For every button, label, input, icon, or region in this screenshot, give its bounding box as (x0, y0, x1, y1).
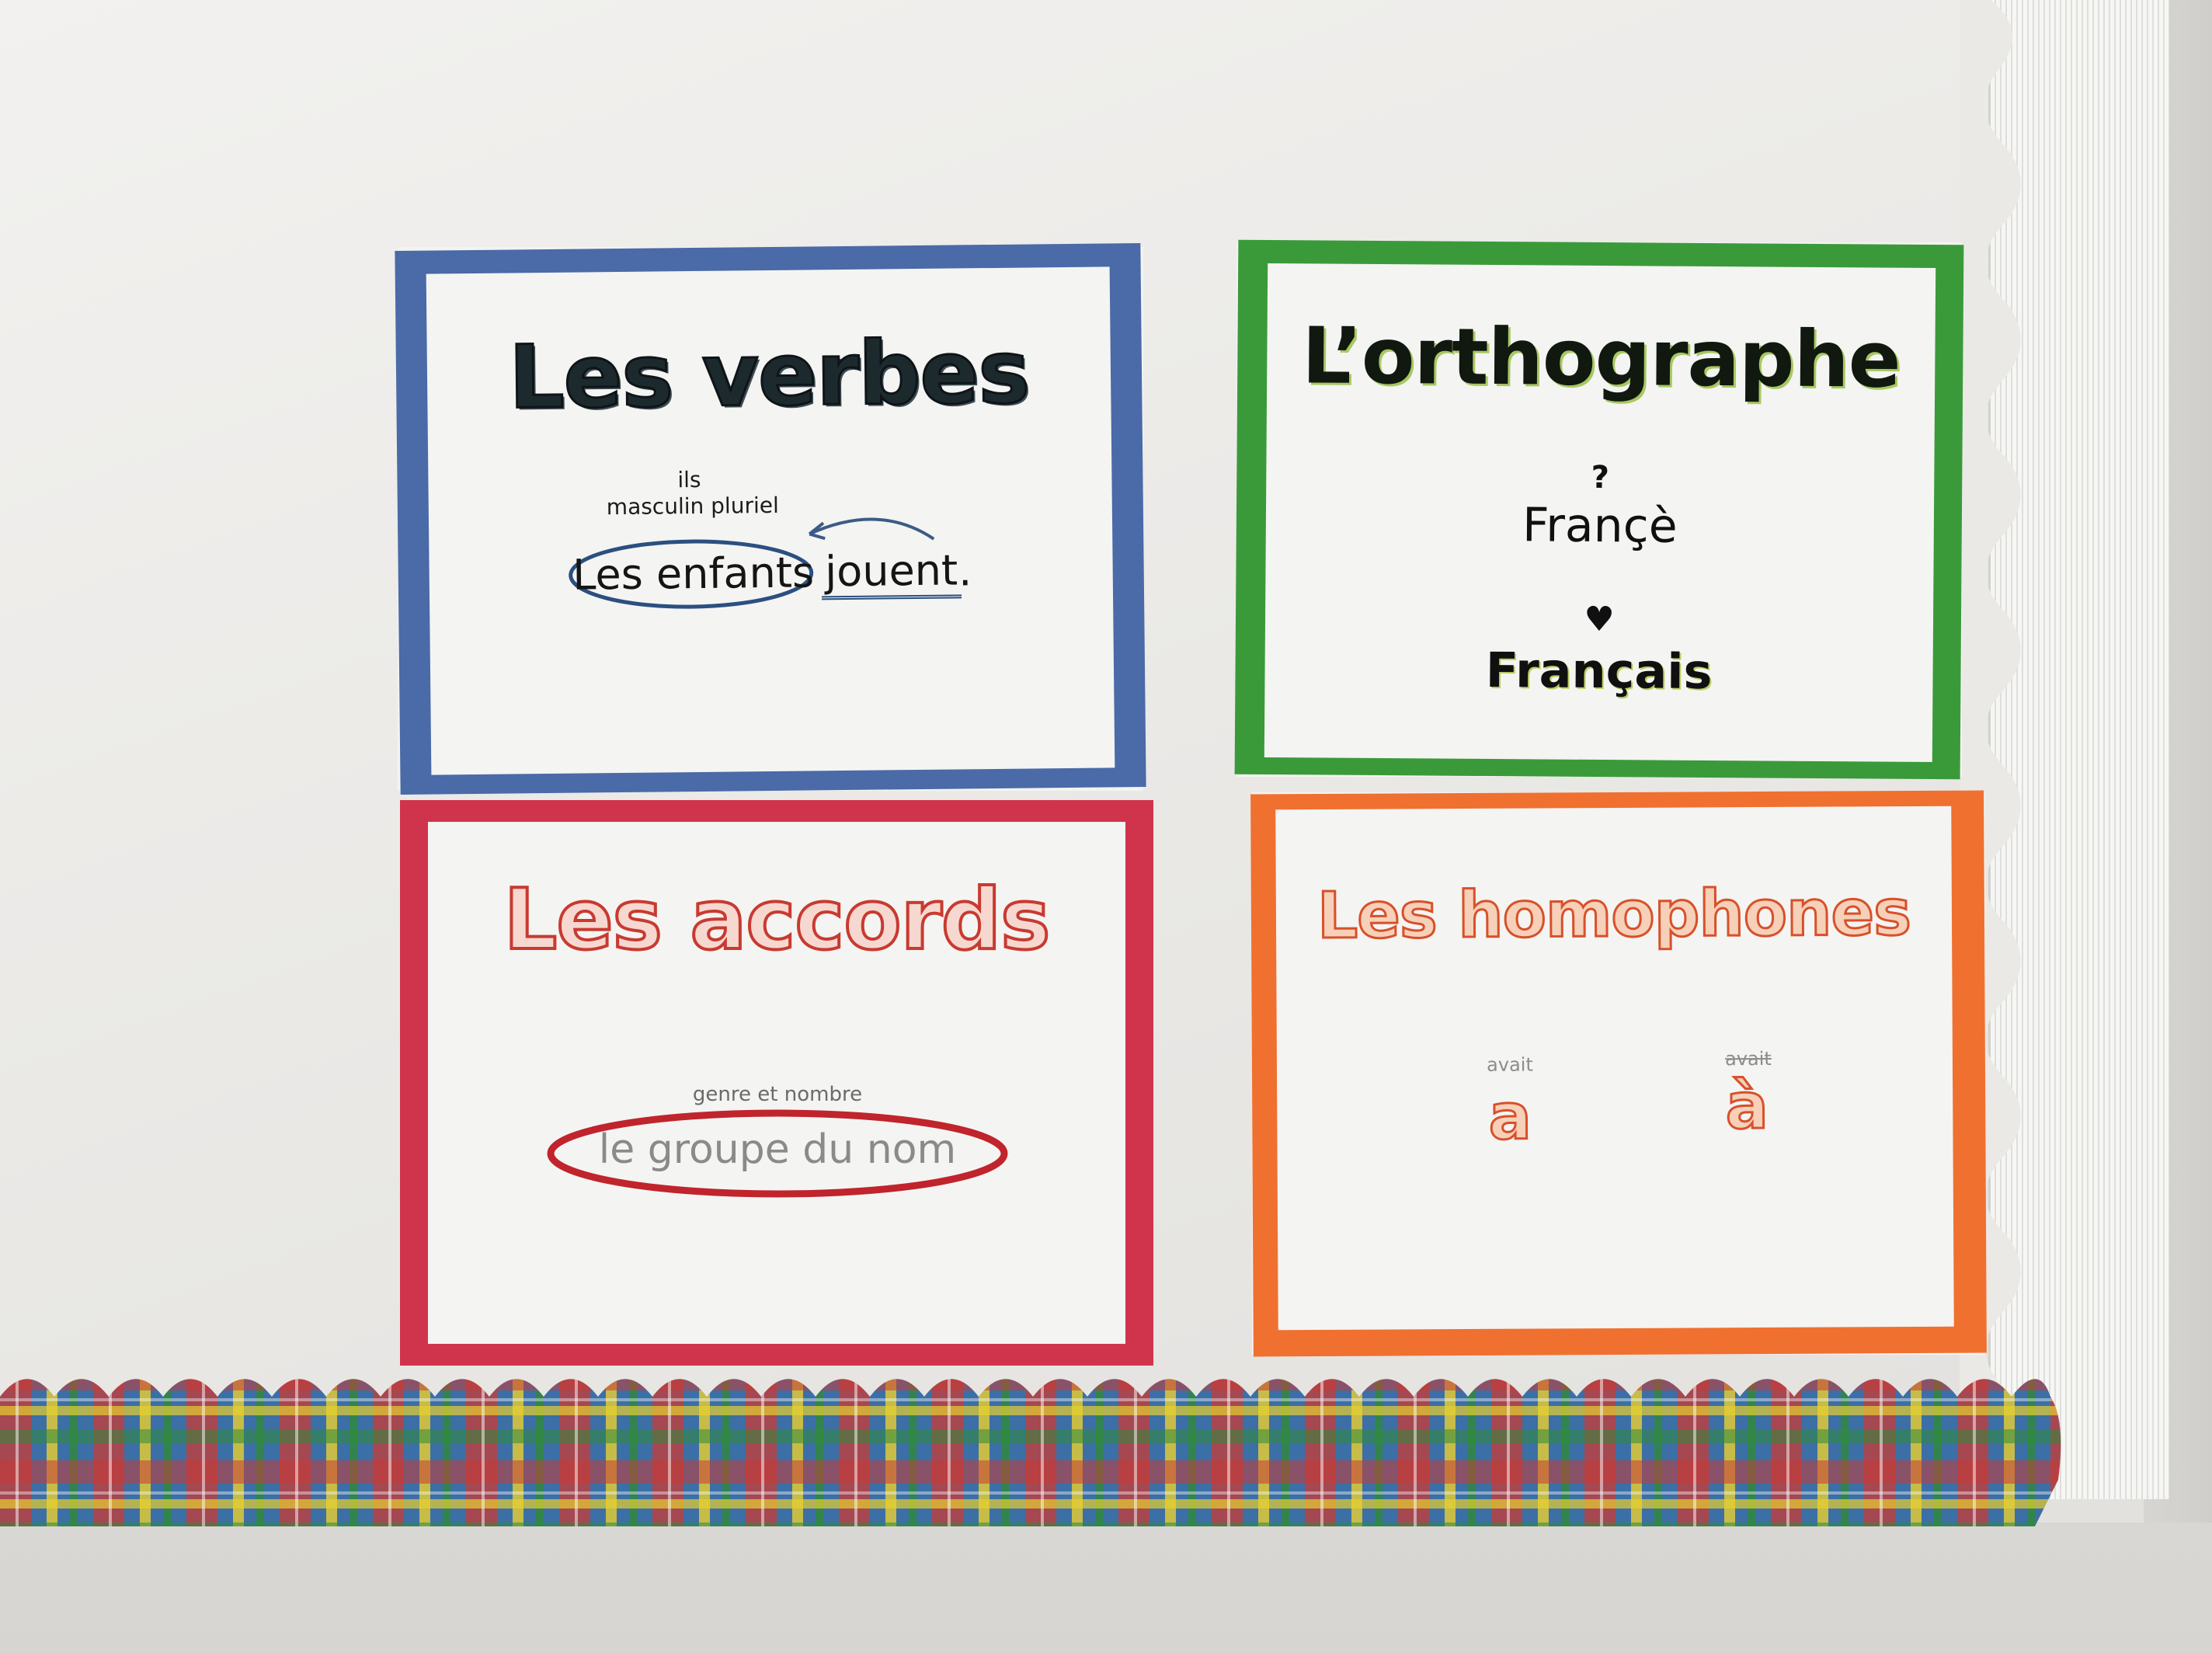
homophone-a: a (1487, 1079, 1533, 1155)
poster-card: Les verbes ils masculin pluriel Les enfa… (426, 266, 1115, 775)
poster-title: Les verbes (507, 321, 1031, 430)
poster-les-verbes: Les verbes ils masculin pluriel Les enfa… (395, 242, 1146, 795)
correct-spelling: Français (1485, 641, 1713, 701)
heart-icon: ♥ (1584, 599, 1615, 640)
plaid-scalloped-trim (0, 1379, 2061, 1526)
annotation-gender-number: genre et nombre (692, 1083, 863, 1106)
sentence-verb: jouent (821, 545, 962, 600)
poster-title: Les accords (503, 870, 1052, 970)
poster-title: Les homophones (1316, 875, 1911, 955)
noun-group-text: le groupe du nom (598, 1126, 957, 1173)
homophone-a-grave: à (1724, 1068, 1770, 1144)
ruffled-border-right (1960, 0, 2169, 1499)
poster-les-accords: Les accords genre et nombre le groupe du… (400, 800, 1153, 1366)
poster-card: L’orthographe ? Françè ♥ Français (1264, 263, 1936, 762)
annotation-gender-number: masculin pluriel (606, 492, 779, 520)
poster-card: Les homophones avait a avait à (1275, 806, 1954, 1331)
annotation-pronoun: ils (677, 466, 701, 493)
wrong-spelling: Françè (1522, 498, 1678, 554)
poster-card: Les accords genre et nombre le groupe du… (428, 822, 1125, 1344)
sentence-subject: Les enfants (572, 548, 815, 600)
poster-title: L’orthographe (1301, 310, 1901, 405)
poster-les-homophones: Les homophones avait a avait à (1250, 790, 1987, 1357)
hint-left: avait (1487, 1053, 1533, 1076)
hint-right-crossed: avait (1725, 1047, 1772, 1070)
poster-orthographe: L’orthographe ? Françè ♥ Français (1234, 239, 1964, 780)
question-mark: ? (1591, 459, 1610, 496)
sentence-period: . (958, 546, 972, 596)
